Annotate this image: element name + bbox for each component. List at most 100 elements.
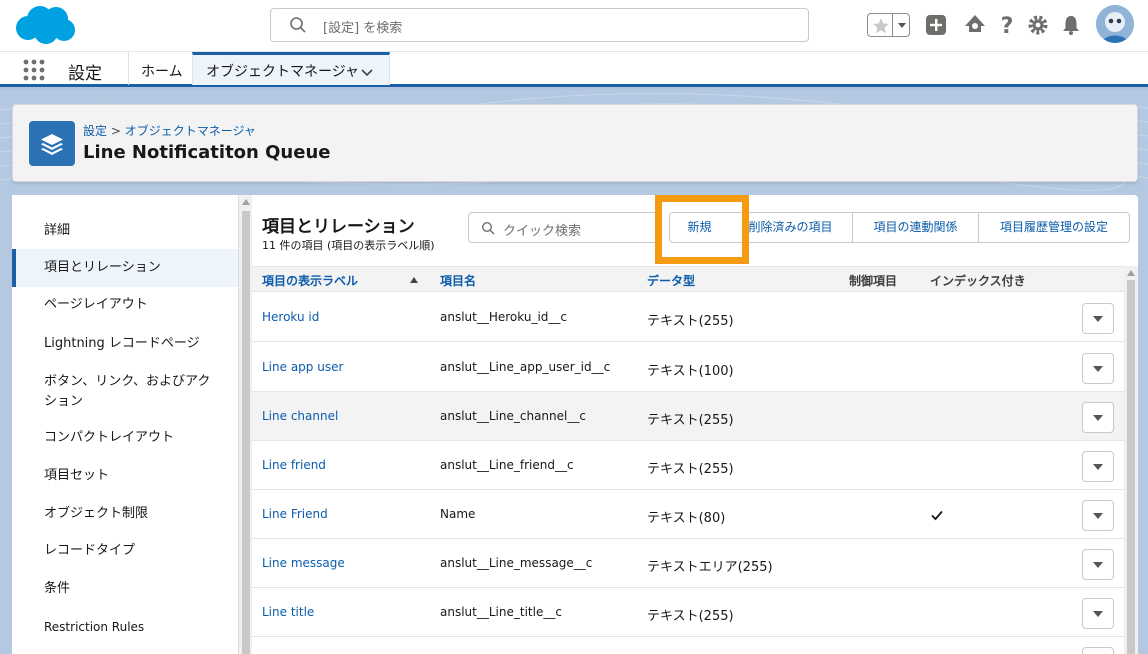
row-actions-menu-button[interactable] <box>1082 303 1114 334</box>
field-dependencies-button[interactable]: 項目の連動関係 <box>852 212 979 243</box>
svg-text:?: ? <box>1001 14 1014 38</box>
sidebar-item-page-layouts[interactable]: ページレイアウト <box>12 295 238 315</box>
sidebar-item-lightning-record-pages[interactable]: Lightning レコードページ <box>12 334 238 354</box>
field-api-name: anslut__Heroku_id__c <box>440 310 568 324</box>
column-header-controlling-field: 制御項目 <box>849 274 898 288</box>
favorites-dropdown[interactable] <box>892 14 910 36</box>
help-icon[interactable]: ? <box>994 12 1020 38</box>
global-header: [設定] を検索 ? <box>0 0 1148 51</box>
field-data-type: テキスト(255) <box>647 462 734 477</box>
field-label-link[interactable]: Heroku id <box>262 310 319 324</box>
tab-home[interactable]: ホーム <box>128 52 192 85</box>
field-label-link[interactable]: Line Friend <box>262 507 328 521</box>
scrollbar-thumb[interactable] <box>242 211 250 654</box>
field-history-tracking-button[interactable]: 項目履歴管理の設定 <box>978 212 1130 243</box>
tab-object-manager[interactable]: オブジェクトマネージャ <box>192 52 390 85</box>
object-icon <box>29 121 75 166</box>
row-actions-menu-button[interactable] <box>1082 647 1114 654</box>
bell-icon[interactable] <box>1058 12 1084 38</box>
sidebar-item-compact-layouts[interactable]: コンパクトレイアウト <box>12 428 238 448</box>
quick-search-placeholder: クイック検索 <box>503 224 582 239</box>
scrollbar-thumb[interactable] <box>1127 280 1135 654</box>
user-avatar[interactable] <box>1096 5 1134 43</box>
field-label-link[interactable]: Line app user <box>262 360 343 374</box>
add-icon[interactable] <box>923 12 949 38</box>
field-api-name: anslut__Line_friend__c <box>440 458 574 472</box>
fields-content: 項目とリレーション 11 件の項目 (項目の表示ラベル順) クイック検索 新規 … <box>252 195 1138 654</box>
trailhead-icon[interactable] <box>962 12 988 38</box>
section-title: 項目とリレーション <box>262 217 415 237</box>
global-search[interactable]: [設定] を検索 <box>270 8 809 42</box>
table-header: 項目の表示ラベル 項目名 データ型 制御項目 インデックス付き <box>252 266 1124 292</box>
table-row: Line friend anslut__Line_friend__c テキスト(… <box>252 441 1124 490</box>
column-header-data-type[interactable]: データ型 <box>647 272 695 289</box>
search-icon <box>290 17 306 33</box>
column-header-indexed: インデックス付き <box>930 274 1026 288</box>
scroll-up-arrow[interactable] <box>1127 270 1135 276</box>
chevron-down-icon[interactable] <box>359 64 375 80</box>
sidebar: 詳細 項目とリレーション ページレイアウト Lightning レコードページ … <box>12 195 238 654</box>
field-data-type: テキスト(255) <box>647 314 734 329</box>
scroll-up-arrow[interactable] <box>242 199 250 205</box>
sidebar-scrollbar[interactable] <box>238 195 252 654</box>
star-icon <box>873 18 889 34</box>
page-title: Line Notificatiton Queue <box>83 142 331 163</box>
salesforce-logo[interactable] <box>14 4 76 46</box>
astro-avatar-icon <box>1096 5 1134 43</box>
field-label-link[interactable]: Line title <box>262 605 314 619</box>
table-scrollbar[interactable] <box>1124 266 1138 654</box>
row-actions-menu-button[interactable] <box>1082 402 1114 433</box>
field-data-type: テキスト(255) <box>647 413 734 428</box>
search-placeholder: [設定] を検索 <box>323 21 403 36</box>
quick-search-input[interactable]: クイック検索 <box>468 212 660 243</box>
column-header-api-name[interactable]: 項目名 <box>440 272 476 289</box>
app-launcher-icon[interactable] <box>22 58 46 82</box>
table-row: Line Friend Name テキスト(80) <box>252 490 1124 539</box>
field-api-name: anslut__Line_channel__c <box>440 409 586 423</box>
gear-icon[interactable] <box>1025 12 1051 38</box>
field-data-type: テキスト(80) <box>647 511 726 526</box>
layers-icon <box>41 134 63 155</box>
section-subtitle: 11 件の項目 (項目の表示ラベル順) <box>262 239 435 252</box>
sidebar-item-restriction-rules[interactable]: Restriction Rules <box>12 617 238 637</box>
sidebar-item-conditions[interactable]: 条件 <box>12 579 238 599</box>
highlight-box <box>655 195 749 264</box>
sort-ascending-icon[interactable] <box>410 277 418 283</box>
sidebar-item-details[interactable]: 詳細 <box>12 221 238 241</box>
context-navigation: 設定 ホーム オブジェクトマネージャ <box>0 51 1148 87</box>
table-row: Heroku id anslut__Heroku_id__c テキスト(255) <box>252 293 1124 342</box>
field-api-name: Name <box>440 507 476 521</box>
breadcrumb-object-manager[interactable]: オブジェクトマネージャ <box>125 124 256 138</box>
column-header-label[interactable]: 項目の表示ラベル <box>262 272 358 289</box>
chevron-down-icon <box>898 23 906 28</box>
row-actions-menu-button[interactable] <box>1082 549 1114 580</box>
row-actions-menu-button[interactable] <box>1082 500 1114 531</box>
sidebar-item-buttons-links-actions[interactable]: ボタン、リンク、およびアクション <box>12 372 212 412</box>
field-data-type: テキスト(255) <box>647 609 734 624</box>
breadcrumb-setup[interactable]: 設定 <box>83 124 107 138</box>
table-row <box>252 637 1124 654</box>
field-data-type: テキスト(100) <box>647 364 734 379</box>
search-icon <box>481 221 495 235</box>
checkmark-icon <box>931 510 943 521</box>
row-actions-menu-button[interactable] <box>1082 598 1114 629</box>
field-label-link[interactable]: Line message <box>262 556 345 570</box>
object-header: 設定 > オブジェクトマネージャ Line Notificatiton Queu… <box>12 104 1138 182</box>
row-actions-menu-button[interactable] <box>1082 353 1114 384</box>
field-data-type: テキストエリア(255) <box>647 560 773 575</box>
sidebar-item-object-limits[interactable]: オブジェクト制限 <box>12 504 238 524</box>
breadcrumb: 設定 > オブジェクトマネージャ <box>83 122 256 139</box>
app-name: 設定 <box>68 64 102 84</box>
breadcrumb-separator: > <box>110 124 121 138</box>
favorites-button[interactable] <box>867 13 910 37</box>
row-actions-menu-button[interactable] <box>1082 451 1114 482</box>
tab-object-manager-label: オブジェクトマネージャ <box>206 64 360 80</box>
field-api-name: anslut__Line_title__c <box>440 605 562 619</box>
sidebar-item-field-sets[interactable]: 項目セット <box>12 466 238 486</box>
table-row: Line channel anslut__Line_channel__c テキス… <box>252 392 1124 441</box>
field-label-link[interactable]: Line friend <box>262 458 326 472</box>
table-row: Line app user anslut__Line_app_user_id__… <box>252 343 1124 392</box>
sidebar-item-fields-relationships[interactable]: 項目とリレーション <box>12 249 238 287</box>
sidebar-item-record-types[interactable]: レコードタイプ <box>12 541 238 561</box>
field-label-link[interactable]: Line channel <box>262 409 338 423</box>
